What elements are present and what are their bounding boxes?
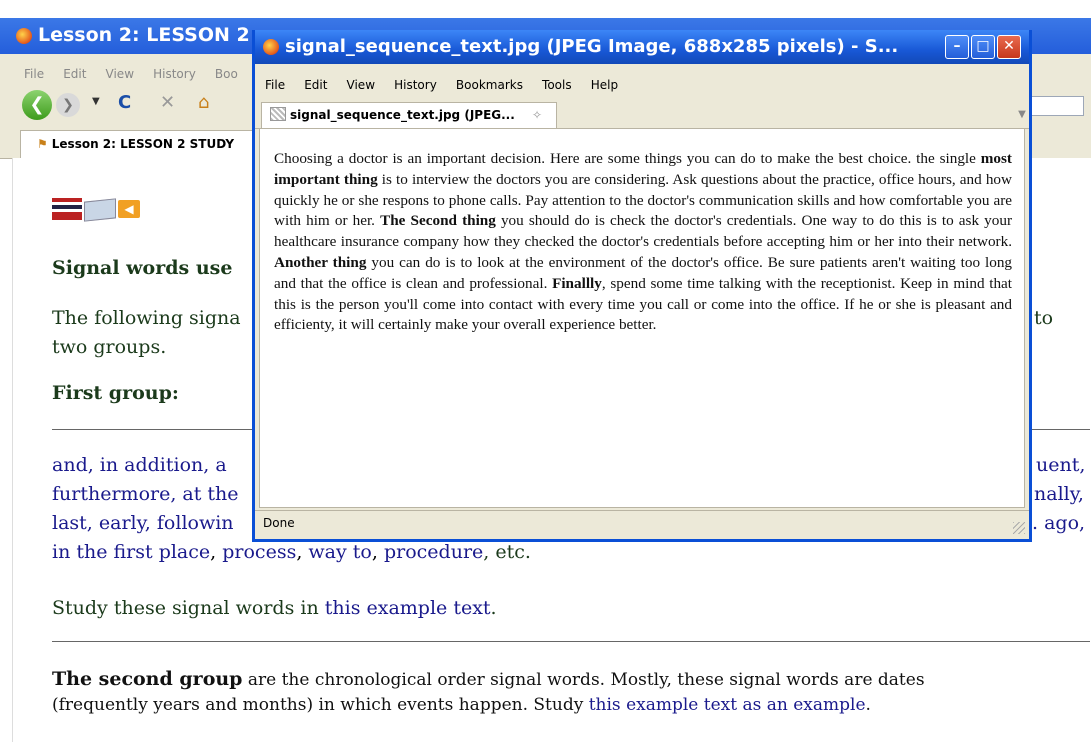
bold-signal-word: Finallly: [552, 274, 602, 292]
menu-bookmarks[interactable]: Boo: [215, 67, 238, 81]
menu-file[interactable]: File: [265, 78, 285, 92]
minimize-button[interactable]: –: [945, 35, 969, 59]
link-way-to[interactable]: way to: [308, 541, 371, 563]
tab-signal-sequence-label: signal_sequence_text.jpg (JPEG...: [290, 108, 515, 122]
example-text-as-example-link[interactable]: this example text as an example: [589, 695, 866, 715]
paragraph-segment: Choosing a doctor is an important decisi…: [274, 150, 981, 167]
signal-words-line-4: in the first place, process, way to, pro…: [52, 541, 531, 563]
bold-signal-word: The Second thing: [380, 212, 496, 230]
book-icon[interactable]: [84, 198, 116, 222]
signal-words-line-2: furthermore, at the: [52, 483, 239, 505]
tab-signal-sequence-image[interactable]: signal_sequence_text.jpg (JPEG... ✧: [261, 102, 557, 128]
home-icon[interactable]: ⌂: [198, 92, 209, 113]
signal-sequence-image-text: Choosing a doctor is an important decisi…: [274, 149, 1012, 336]
signal-words-line-2-end: nally,: [1034, 483, 1084, 505]
intro-line-1-tail: to: [1034, 307, 1054, 329]
lesson-icon-group: ◀: [52, 198, 142, 222]
intro-line-1: The following signa: [52, 307, 241, 329]
resize-grip-icon[interactable]: [1013, 522, 1025, 534]
second-group-label: The second group: [52, 668, 243, 690]
menu-bookmarks[interactable]: Bookmarks: [456, 78, 523, 92]
link-in-the-first-place[interactable]: in the first place: [52, 541, 210, 563]
thai-flag-icon[interactable]: [52, 198, 82, 220]
popup-menu-bar: File Edit View History Bookmarks Tools H…: [265, 74, 632, 93]
firefox-icon: [16, 28, 32, 44]
image-file-icon: [270, 107, 286, 121]
signal-words-line-1-end: uent,: [1036, 454, 1086, 476]
reload-icon[interactable]: C: [118, 92, 131, 113]
comma-separator: ,: [296, 541, 309, 563]
menu-edit[interactable]: Edit: [304, 78, 327, 92]
popup-title-bar[interactable]: signal_sequence_text.jpg (JPEG Image, 68…: [255, 30, 1029, 64]
history-dropdown-icon[interactable]: ▼: [92, 96, 100, 107]
menu-tools[interactable]: Tools: [542, 78, 572, 92]
tab-list-dropdown-icon[interactable]: ▼: [1015, 104, 1029, 126]
image-popup-window: signal_sequence_text.jpg (JPEG Image, 68…: [252, 30, 1032, 542]
intro-line-2: two groups.: [52, 336, 167, 358]
menu-view[interactable]: View: [347, 78, 375, 92]
background-menu-list: File Edit View History Boo: [24, 63, 252, 82]
menu-view[interactable]: View: [106, 67, 134, 81]
second-group-line-2-text: (frequently years and months) in which e…: [52, 695, 589, 715]
image-viewport: Choosing a doctor is an important decisi…: [259, 128, 1025, 508]
second-group-text: are the chronological order signal words…: [242, 670, 925, 690]
firefox-icon: [263, 39, 279, 55]
second-group-line-2: (frequently years and months) in which e…: [52, 695, 871, 715]
close-button[interactable]: ✕: [997, 35, 1021, 59]
tab-lesson-2[interactable]: ⚑ Lesson 2: LESSON 2 STUDY: [20, 130, 260, 158]
menu-help[interactable]: Help: [591, 78, 618, 92]
study-text: Study these signal words in: [52, 597, 325, 619]
menu-file[interactable]: File: [24, 67, 44, 81]
study-end: .: [490, 597, 497, 619]
tab-lesson-2-label: Lesson 2: LESSON 2 STUDY: [51, 137, 235, 151]
example-text-link[interactable]: this example text: [325, 597, 491, 619]
stop-icon[interactable]: ✕: [160, 92, 175, 113]
comma-separator: ,: [371, 541, 384, 563]
first-group-label: First group:: [52, 382, 179, 404]
forward-arrow-icon[interactable]: ❯: [56, 93, 80, 117]
new-tab-icon[interactable]: ✧: [532, 103, 542, 127]
popup-window-title: signal_sequence_text.jpg (JPEG Image, 68…: [285, 36, 899, 57]
tab-favicon-icon: ⚑: [37, 137, 48, 151]
status-bar: Done: [255, 510, 1029, 536]
second-group-line-1: The second group are the chronological o…: [52, 668, 925, 690]
menu-history[interactable]: History: [153, 67, 196, 81]
menu-edit[interactable]: Edit: [63, 67, 86, 81]
signal-words-line-3-end: . ago,: [1032, 512, 1086, 534]
status-text: Done: [263, 516, 295, 530]
menu-history[interactable]: History: [394, 78, 437, 92]
maximize-button[interactable]: □: [971, 35, 995, 59]
speaker-icon[interactable]: ◀: [118, 200, 140, 218]
link-process[interactable]: process: [222, 541, 296, 563]
lesson-heading: Signal words use: [52, 257, 233, 279]
comma-separator: ,: [210, 541, 223, 563]
signal-words-line-1: and, in addition, a: [52, 454, 227, 476]
back-arrow-icon[interactable]: ❮: [22, 90, 52, 120]
second-group-end: .: [865, 695, 871, 715]
study-sentence: Study these signal words in this example…: [52, 597, 497, 619]
divider: [52, 641, 1090, 642]
signal-words-line-3: last, early, followin: [52, 512, 234, 534]
etc-text: , etc.: [483, 541, 531, 563]
bold-signal-word: Another thing: [274, 253, 367, 271]
link-procedure[interactable]: procedure: [384, 541, 483, 563]
background-window-title: Lesson 2: LESSON 2: [38, 24, 250, 46]
